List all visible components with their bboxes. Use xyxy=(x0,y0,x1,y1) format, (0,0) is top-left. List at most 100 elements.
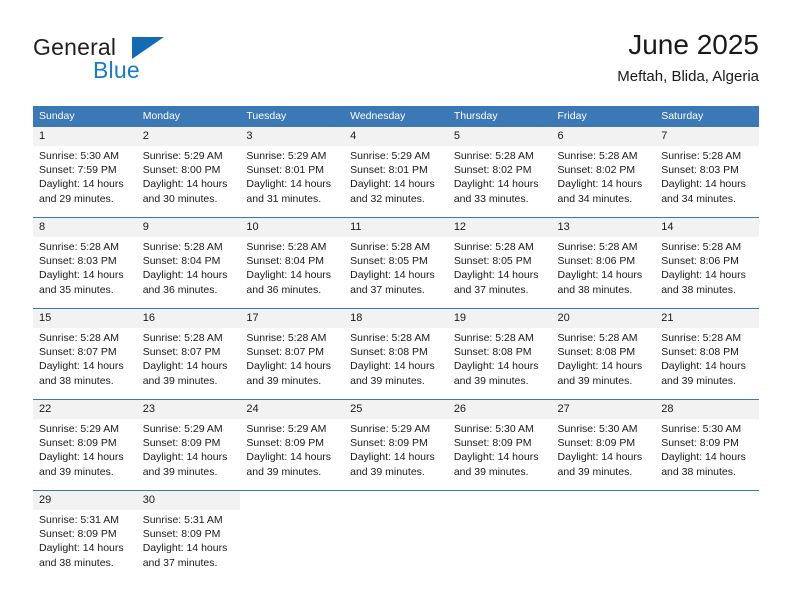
sunrise-text: Sunrise: 5:31 AM xyxy=(39,514,119,526)
calendar-week-row: 29 Sunrise: 5:31 AM Sunset: 8:09 PM Dayligh… xyxy=(33,490,759,581)
sunset-text: Sunset: 8:09 PM xyxy=(246,437,325,450)
weekday-header-thursday: Thursday xyxy=(447,106,552,127)
day-details: Sunrise: 5:28 AM Sunset: 8:04 PM Daylight:… xyxy=(240,237,344,297)
daylight-text: Daylight: 14 hours and 39 minutes. xyxy=(453,451,539,478)
sunset-text: Sunset: 8:08 PM xyxy=(453,346,532,359)
daylight-text: Daylight: 14 hours and 29 minutes. xyxy=(39,178,124,205)
daylight-text: Daylight: 14 hours and 33 minutes. xyxy=(453,178,539,205)
daylight-text: Daylight: 14 hours and 39 minutes. xyxy=(246,360,332,387)
calendar-day-cell[interactable]: 8 Sunrise: 5:28 AM Sunset: 8:03 PM Daylight… xyxy=(33,217,137,309)
day-number: 28 xyxy=(655,400,759,419)
sunset-text: Sunset: 8:09 PM xyxy=(39,528,117,541)
calendar-day-cell[interactable]: 20 Sunrise: 5:28 AM Sunset: 8:08 PM Dayligh… xyxy=(551,308,656,400)
calendar-day-cell[interactable]: 9 Sunrise: 5:28 AM Sunset: 8:04 PM Daylight… xyxy=(136,217,241,309)
day-details: Sunrise: 5:28 AM Sunset: 8:08 PM Daylight:… xyxy=(655,328,759,388)
sunrise-text: Sunrise: 5:28 AM xyxy=(557,332,638,344)
calendar-day-cell[interactable]: 25 Sunrise: 5:29 AM Sunset: 8:09 PM Dayligh… xyxy=(344,399,448,491)
sunrise-text: Sunrise: 5:29 AM xyxy=(246,150,327,162)
sunrise-text: Sunrise: 5:29 AM xyxy=(142,150,223,162)
day-details: Sunrise: 5:28 AM Sunset: 8:07 PM Daylight:… xyxy=(240,328,344,388)
sunrise-text: Sunrise: 5:31 AM xyxy=(142,514,223,526)
sunrise-text: Sunrise: 5:28 AM xyxy=(246,241,327,253)
day-number: 26 xyxy=(447,400,552,419)
daylight-text: Daylight: 14 hours and 39 minutes. xyxy=(246,451,332,478)
sunset-text: Sunset: 8:09 PM xyxy=(142,528,221,541)
day-number: 12 xyxy=(447,218,552,237)
daylight-text: Daylight: 14 hours and 38 minutes. xyxy=(661,269,746,296)
day-number: 17 xyxy=(240,309,345,328)
calendar-day-cell[interactable]: 30 Sunrise: 5:31 AM Sunset: 8:09 PM Dayligh… xyxy=(136,490,241,581)
day-number: 1 xyxy=(33,127,137,146)
day-details: Sunrise: 5:29 AM Sunset: 8:00 PM Daylight:… xyxy=(137,146,241,206)
day-details: Sunrise: 5:28 AM Sunset: 8:06 PM Daylight:… xyxy=(552,237,656,297)
day-details: Sunrise: 5:29 AM Sunset: 8:01 PM Daylight:… xyxy=(344,146,448,206)
daylight-text: Daylight: 14 hours and 34 minutes. xyxy=(557,178,643,205)
calendar-day-cell[interactable]: 4 Sunrise: 5:29 AM Sunset: 8:01 PM Daylight… xyxy=(344,126,448,218)
calendar-day-cell[interactable]: 11 Sunrise: 5:28 AM Sunset: 8:05 PM Dayligh… xyxy=(344,217,448,309)
day-details: Sunrise: 5:28 AM Sunset: 8:05 PM Daylight:… xyxy=(448,237,552,297)
calendar-day-cell-empty xyxy=(551,490,656,581)
sunrise-text: Sunrise: 5:29 AM xyxy=(350,423,431,435)
calendar-day-cell[interactable]: 29 Sunrise: 5:31 AM Sunset: 8:09 PM Dayligh… xyxy=(33,490,137,581)
calendar-week-row: 22 Sunrise: 5:29 AM Sunset: 8:09 PM Dayligh… xyxy=(33,399,759,491)
calendar-day-cell[interactable]: 2 Sunrise: 5:29 AM Sunset: 8:00 PM Daylight… xyxy=(136,126,241,218)
calendar-day-cell[interactable]: 22 Sunrise: 5:29 AM Sunset: 8:09 PM Dayligh… xyxy=(33,399,137,491)
sunrise-text: Sunrise: 5:30 AM xyxy=(661,423,742,435)
sunrise-text: Sunrise: 5:28 AM xyxy=(39,332,119,344)
calendar-day-cell[interactable]: 27 Sunrise: 5:30 AM Sunset: 8:09 PM Dayligh… xyxy=(551,399,656,491)
calendar-day-cell[interactable]: 23 Sunrise: 5:29 AM Sunset: 8:09 PM Dayligh… xyxy=(136,399,241,491)
day-number: 7 xyxy=(655,127,759,146)
calendar-day-cell[interactable]: 24 Sunrise: 5:29 AM Sunset: 8:09 PM Dayligh… xyxy=(240,399,345,491)
day-number: 14 xyxy=(655,218,759,237)
day-details: Sunrise: 5:29 AM Sunset: 8:01 PM Daylight:… xyxy=(240,146,344,206)
calendar-day-cell[interactable]: 21 Sunrise: 5:28 AM Sunset: 8:08 PM Dayligh… xyxy=(655,308,759,400)
day-details: Sunrise: 5:28 AM Sunset: 8:08 PM Daylight:… xyxy=(552,328,656,388)
day-number: 29 xyxy=(33,491,137,510)
day-details: Sunrise: 5:28 AM Sunset: 8:07 PM Daylight:… xyxy=(137,328,241,388)
calendar-day-cell[interactable]: 3 Sunrise: 5:29 AM Sunset: 8:01 PM Daylight… xyxy=(240,126,345,218)
sunset-text: Sunset: 8:03 PM xyxy=(661,164,739,177)
daylight-text: Daylight: 14 hours and 34 minutes. xyxy=(661,178,746,205)
day-details: Sunrise: 5:29 AM Sunset: 8:09 PM Daylight:… xyxy=(33,419,137,479)
calendar-page: General Blue June 2025 Meftah, Blida, Al… xyxy=(0,0,792,612)
daylight-text: Daylight: 14 hours and 38 minutes. xyxy=(39,360,124,387)
calendar-day-cell[interactable]: 1 Sunrise: 5:30 AM Sunset: 7:59 PM Daylight… xyxy=(33,126,137,218)
calendar-day-cell[interactable]: 19 Sunrise: 5:28 AM Sunset: 8:08 PM Dayligh… xyxy=(447,308,552,400)
sunset-text: Sunset: 8:08 PM xyxy=(661,346,739,359)
calendar-day-cell-empty xyxy=(240,490,345,581)
sunset-text: Sunset: 8:02 PM xyxy=(453,164,532,177)
sunrise-text: Sunrise: 5:28 AM xyxy=(661,150,742,162)
sunrise-sunset-calendar: Sunday Monday Tuesday Wednesday Thursday… xyxy=(33,106,759,581)
day-number-placeholder xyxy=(551,491,656,510)
calendar-day-cell[interactable]: 10 Sunrise: 5:28 AM Sunset: 8:04 PM Dayligh… xyxy=(240,217,345,309)
sunset-text: Sunset: 8:09 PM xyxy=(39,437,117,450)
calendar-body: 1 Sunrise: 5:30 AM Sunset: 7:59 PM Daylight… xyxy=(33,126,759,581)
sunrise-text: Sunrise: 5:30 AM xyxy=(453,423,534,435)
calendar-day-cell[interactable]: 14 Sunrise: 5:28 AM Sunset: 8:06 PM Dayligh… xyxy=(655,217,759,309)
calendar-day-cell[interactable]: 5 Sunrise: 5:28 AM Sunset: 8:02 PM Daylight… xyxy=(447,126,552,218)
calendar-day-cell[interactable]: 12 Sunrise: 5:28 AM Sunset: 8:05 PM Dayligh… xyxy=(447,217,552,309)
daylight-text: Daylight: 14 hours and 39 minutes. xyxy=(142,360,228,387)
weekday-header-friday: Friday xyxy=(551,106,656,127)
day-number: 27 xyxy=(551,400,656,419)
daylight-text: Daylight: 14 hours and 35 minutes. xyxy=(39,269,124,296)
calendar-day-cell[interactable]: 7 Sunrise: 5:28 AM Sunset: 8:03 PM Daylight… xyxy=(655,126,759,218)
day-details: Sunrise: 5:28 AM Sunset: 8:06 PM Daylight:… xyxy=(655,237,759,297)
day-number: 19 xyxy=(447,309,552,328)
day-details: Sunrise: 5:31 AM Sunset: 8:09 PM Daylight:… xyxy=(33,510,137,570)
calendar-day-cell[interactable]: 26 Sunrise: 5:30 AM Sunset: 8:09 PM Dayligh… xyxy=(447,399,552,491)
day-number: 20 xyxy=(551,309,656,328)
calendar-day-cell[interactable]: 16 Sunrise: 5:28 AM Sunset: 8:07 PM Dayligh… xyxy=(136,308,241,400)
calendar-day-cell[interactable]: 17 Sunrise: 5:28 AM Sunset: 8:07 PM Dayligh… xyxy=(240,308,345,400)
calendar-day-cell[interactable]: 13 Sunrise: 5:28 AM Sunset: 8:06 PM Dayligh… xyxy=(551,217,656,309)
calendar-day-cell[interactable]: 18 Sunrise: 5:28 AM Sunset: 8:08 PM Dayligh… xyxy=(344,308,448,400)
calendar-day-cell[interactable]: 28 Sunrise: 5:30 AM Sunset: 8:09 PM Dayligh… xyxy=(655,399,759,491)
sunset-text: Sunset: 8:01 PM xyxy=(350,164,428,177)
calendar-day-cell[interactable]: 15 Sunrise: 5:28 AM Sunset: 8:07 PM Dayligh… xyxy=(33,308,137,400)
daylight-text: Daylight: 14 hours and 39 minutes. xyxy=(557,451,643,478)
daylight-text: Daylight: 14 hours and 32 minutes. xyxy=(350,178,435,205)
daylight-text: Daylight: 14 hours and 38 minutes. xyxy=(557,269,643,296)
sunset-text: Sunset: 8:06 PM xyxy=(661,255,739,268)
calendar-day-cell[interactable]: 6 Sunrise: 5:28 AM Sunset: 8:02 PM Daylight… xyxy=(551,126,656,218)
daylight-text: Daylight: 14 hours and 39 minutes. xyxy=(350,360,435,387)
